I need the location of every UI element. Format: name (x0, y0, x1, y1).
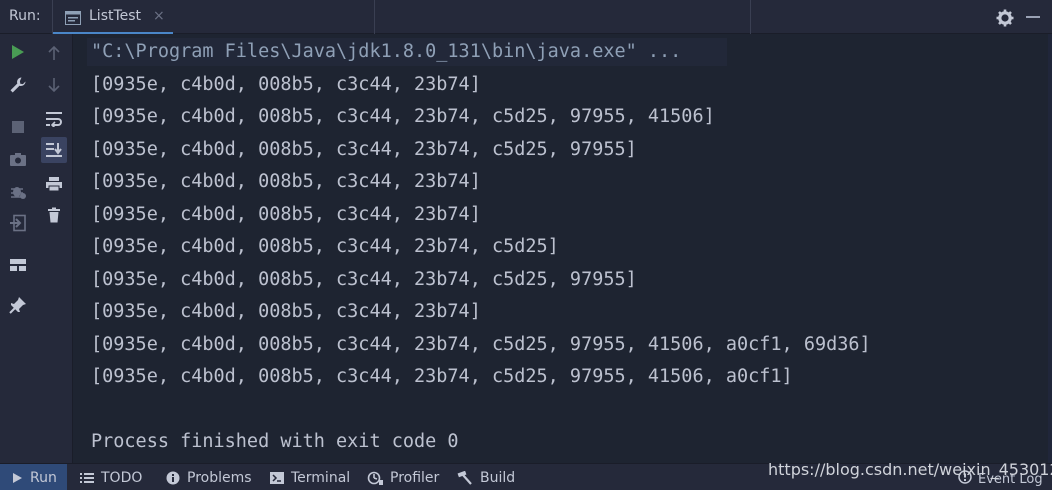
tab-todo[interactable]: TODO (80, 464, 142, 490)
console-line: [0935e, c4b0d, 008b5, c3c44, 23b74, c5d2… (91, 236, 559, 257)
tab-title: ListTest (89, 8, 142, 24)
list-icon (80, 472, 94, 484)
run-toolbar-primary (0, 34, 36, 463)
console-line: [0935e, c4b0d, 008b5, c3c44, 23b74] (91, 74, 481, 95)
scroll-to-end-icon[interactable] (41, 137, 67, 163)
console-line: [0935e, c4b0d, 008b5, c3c44, 23b74] (91, 204, 481, 225)
tab-listtest[interactable]: ListTest × (52, 0, 375, 35)
minimize-icon[interactable] (1026, 16, 1040, 18)
console-line: [0935e, c4b0d, 008b5, c3c44, 23b74] (91, 301, 481, 322)
stop-icon[interactable] (5, 114, 31, 140)
console-command-line: "C:\Program Files\Java\jdk1.8.0_131\bin\… (91, 41, 682, 62)
exit-icon[interactable] (5, 210, 31, 236)
debug-bug-icon[interactable] (5, 178, 31, 204)
layout-icon[interactable] (5, 252, 31, 278)
terminal-icon (270, 471, 284, 484)
console-line: [0935e, c4b0d, 008b5, c3c44, 23b74, c5d2… (91, 106, 715, 127)
tab-close-button[interactable]: × (153, 8, 165, 24)
tab-terminal[interactable]: Terminal (270, 464, 350, 490)
run-label: Run: (9, 8, 41, 24)
pin-icon[interactable] (5, 292, 31, 318)
console-tab-icon (65, 10, 81, 25)
tab-label: Terminal (291, 469, 351, 486)
camera-icon[interactable] (5, 146, 31, 172)
process-finished-line: Process finished with exit code 0 (91, 431, 459, 452)
watermark-text: https://blog.csdn.net/weixin_45301250 (768, 460, 1052, 479)
tab-label: Run (30, 469, 57, 486)
tab-label: Profiler (390, 469, 440, 486)
trash-icon[interactable] (41, 202, 67, 228)
run-toolbar-secondary (36, 34, 73, 463)
tab-label: Build (480, 469, 516, 486)
console-line: [0935e, c4b0d, 008b5, c3c44, 23b74, c5d2… (91, 366, 793, 387)
tab-profiler[interactable]: Profiler (367, 464, 439, 490)
run-tab-bar: Run: ListTest × (0, 0, 1052, 35)
run-tool-window: Run: ListTest × "C:\Program Files\Java\j… (0, 0, 1052, 490)
console-output[interactable]: "C:\Program Files\Java\jdk1.8.0_131\bin\… (73, 34, 1052, 463)
down-arrow-icon[interactable] (41, 72, 67, 98)
rerun-icon[interactable] (5, 39, 31, 65)
play-icon (12, 472, 23, 484)
console-line: [0935e, c4b0d, 008b5, c3c44, 23b74, c5d2… (91, 139, 637, 160)
tab-label: TODO (101, 469, 143, 486)
profiler-icon (367, 471, 383, 485)
gear-icon[interactable] (996, 9, 1014, 27)
print-icon[interactable] (41, 171, 67, 197)
wrench-icon[interactable] (5, 72, 31, 98)
tab-run[interactable]: Run (0, 464, 67, 490)
console-line: [0935e, c4b0d, 008b5, c3c44, 23b74, c5d2… (91, 334, 871, 355)
info-icon (166, 471, 180, 485)
bar-divider (750, 0, 751, 34)
console-scrollbar[interactable] (1048, 34, 1052, 463)
tab-label: Problems (187, 469, 252, 486)
console-line: [0935e, c4b0d, 008b5, c3c44, 23b74] (91, 171, 481, 192)
tab-problems[interactable]: Problems (166, 464, 252, 490)
tab-build[interactable]: Build (457, 464, 515, 490)
hammer-icon (457, 470, 473, 485)
console-line: [0935e, c4b0d, 008b5, c3c44, 23b74, c5d2… (91, 269, 637, 290)
soft-wrap-icon[interactable] (41, 106, 67, 132)
up-arrow-icon[interactable] (41, 40, 67, 66)
